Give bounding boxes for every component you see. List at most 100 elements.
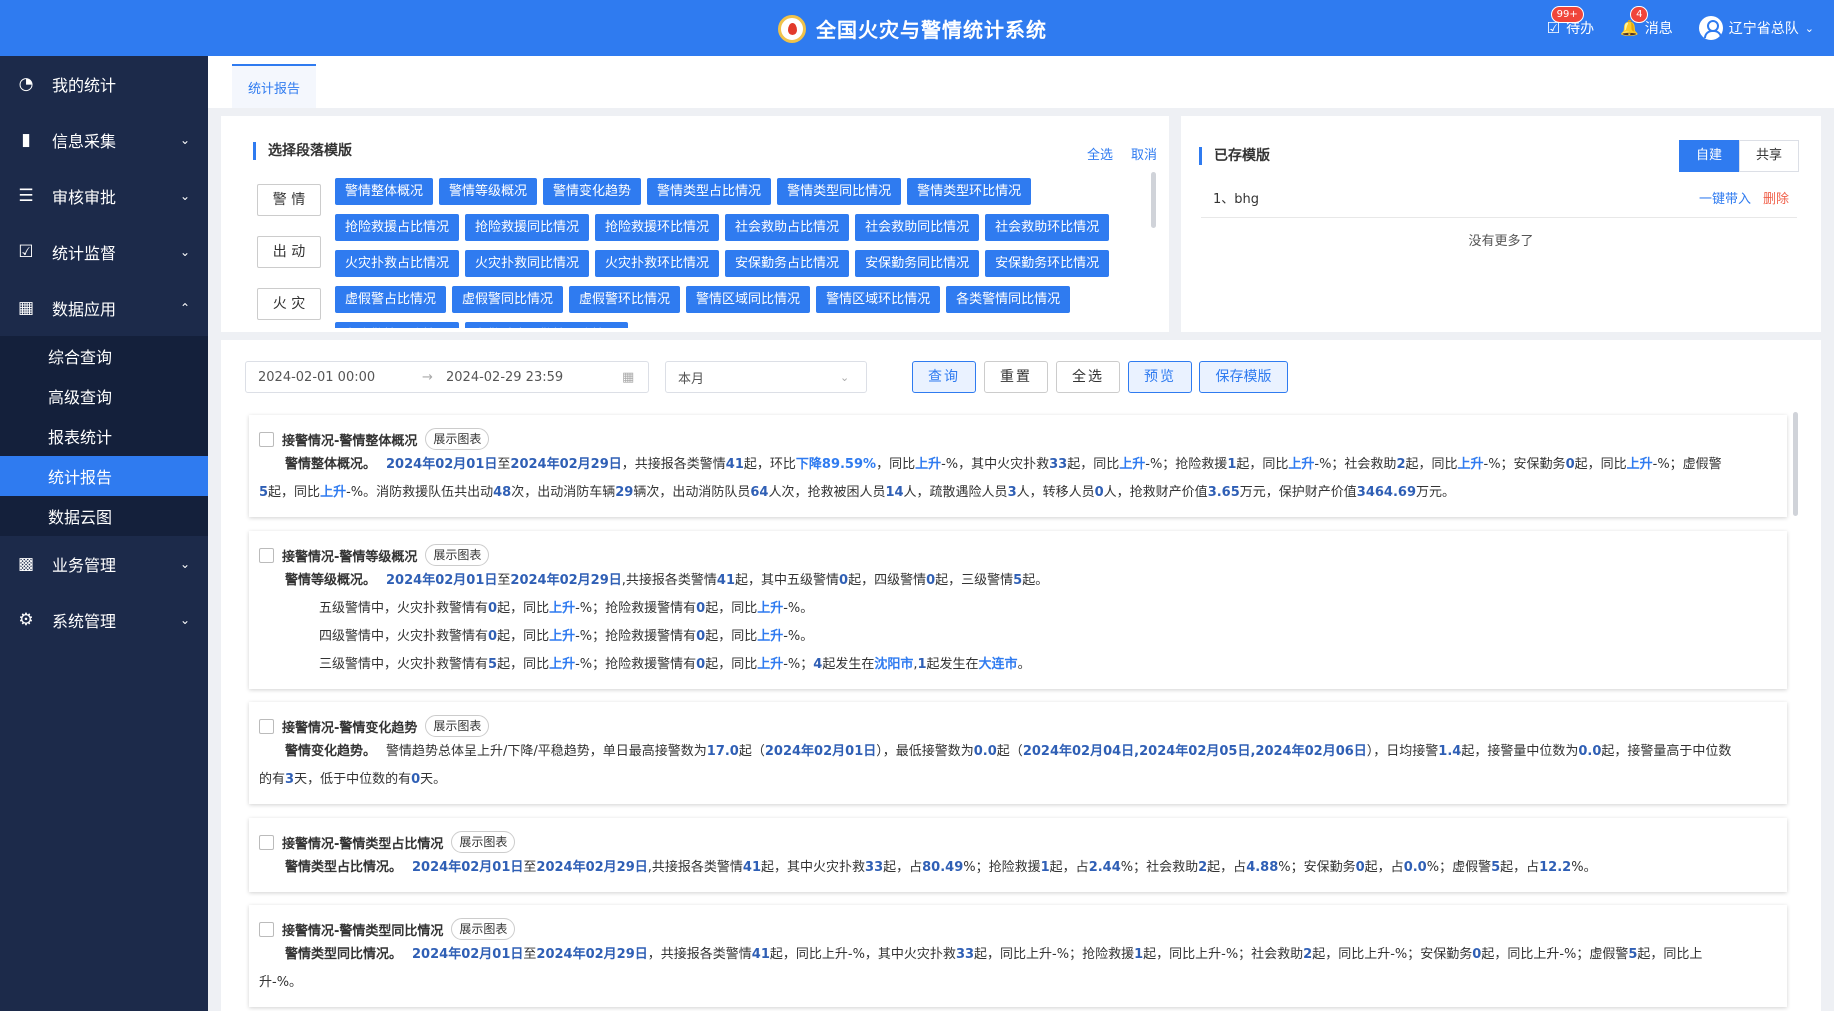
- text-segment: ，共接报各类警情: [621, 457, 726, 472]
- select-all-link[interactable]: 全选: [1087, 144, 1113, 163]
- delete-link[interactable]: 删除: [1763, 188, 1789, 207]
- cancel-link[interactable]: 取消: [1131, 144, 1157, 163]
- text-segment: %；虚假警: [1426, 860, 1492, 875]
- card-checkbox[interactable]: [259, 718, 274, 734]
- category-alarm[interactable]: 警 情: [257, 184, 321, 216]
- text-segment: ），日均接警: [1366, 744, 1439, 759]
- sidebar-sub-item[interactable]: 高级查询: [0, 376, 208, 416]
- template-tag[interactable]: 各类警情环比情况: [335, 322, 460, 328]
- template-tag[interactable]: 警情变化趋势: [543, 178, 642, 205]
- seg-shared[interactable]: 共享: [1739, 140, 1799, 172]
- card-text-line: 警情整体概况。 2024年02月01日至2024年02月29日，共接报各类警情41…: [259, 451, 1722, 479]
- text-segment: -%。消防救援队伍共出动: [346, 485, 494, 500]
- import-link[interactable]: 一键带入: [1699, 188, 1751, 207]
- chevron-down-icon: ⌄: [179, 245, 190, 259]
- template-item-name: 1、bhg: [1213, 192, 1260, 207]
- sidebar-sub-item[interactable]: 综合查询: [0, 336, 208, 376]
- sidebar-item-business[interactable]: ▩ 业务管理 ⌄: [0, 536, 208, 592]
- text-segment: 起，其中火灾扑救: [761, 860, 866, 875]
- card-text-line: 三级警情中，火灾扑救警情有5起，同比上升-%；抢险救援警情有0起，同比上升-%；…: [319, 651, 1031, 679]
- date-range-picker[interactable]: 2024-02-01 00:00 → 2024-02-29 23:59 ▦: [245, 361, 649, 393]
- query-button[interactable]: 查询: [912, 361, 976, 393]
- sidebar-sub-item[interactable]: 报表统计: [0, 416, 208, 456]
- template-tag[interactable]: 安保勤务同比情况: [855, 250, 980, 277]
- template-tag[interactable]: 警情类型同比情况: [777, 178, 902, 205]
- user-menu[interactable]: 辽宁省总队 ⌄: [1698, 16, 1814, 40]
- period-select[interactable]: 本月 ⌄: [665, 361, 867, 393]
- tab-bar: 统计报告: [208, 56, 1834, 108]
- sidebar-sub-item-active[interactable]: 统计报告: [0, 456, 208, 496]
- template-tag[interactable]: 警情整体概况: [335, 178, 434, 205]
- sidebar-item-info-collect[interactable]: ▮ 信息采集 ⌄: [0, 112, 208, 168]
- template-tag[interactable]: 社会救助占比情况: [725, 214, 850, 241]
- reset-button[interactable]: 重置: [984, 361, 1048, 393]
- card-checkbox[interactable]: [259, 921, 274, 937]
- template-tag[interactable]: 社会救助环比情况: [985, 214, 1110, 241]
- template-tag[interactable]: 各警种出动警情同比情况: [465, 322, 629, 328]
- text-segment: 3.65: [1207, 485, 1240, 500]
- sidebar-item-system[interactable]: ⚙ 系统管理 ⌄: [0, 592, 208, 648]
- template-tag[interactable]: 警情类型占比情况: [647, 178, 772, 205]
- template-tag[interactable]: 抢险救援环比情况: [595, 214, 720, 241]
- sidebar-item-data-app[interactable]: ▦ 数据应用 ⌃: [0, 280, 208, 336]
- card-checkbox[interactable]: [259, 547, 274, 563]
- template-tag[interactable]: 抢险救援同比情况: [465, 214, 590, 241]
- card-checkbox[interactable]: [259, 431, 274, 447]
- save-template-button[interactable]: 保存模版: [1199, 361, 1288, 393]
- category-dispatch[interactable]: 出 动: [257, 236, 321, 268]
- text-segment: 0.0: [1403, 860, 1427, 875]
- template-tag[interactable]: 虚假警占比情况: [335, 286, 447, 313]
- text-segment: 人，疏散遇险人员: [903, 485, 1008, 500]
- seg-self-built[interactable]: 自建: [1679, 140, 1739, 172]
- sidebar-sub-item[interactable]: 数据云图: [0, 496, 208, 536]
- text-segment: 至: [523, 860, 537, 875]
- text-segment: 大连市: [978, 657, 1018, 672]
- text-segment: 天。: [420, 772, 447, 787]
- text-segment: 起，同比上升-%，其中火灾扑救: [769, 947, 956, 962]
- template-tag[interactable]: 警情区域环比情况: [816, 286, 941, 313]
- text-segment: -%；抢险救援警情有: [575, 657, 697, 672]
- show-chart-button[interactable]: 展示图表: [425, 544, 490, 566]
- text-segment: 3: [285, 772, 295, 787]
- template-tag[interactable]: 警情区域同比情况: [686, 286, 811, 313]
- sidebar-item-my-stats[interactable]: ◔ 我的统计: [0, 56, 208, 112]
- template-tag[interactable]: 虚假警同比情况: [452, 286, 564, 313]
- show-chart-button[interactable]: 展示图表: [451, 831, 516, 853]
- template-tag[interactable]: 安保勤务环比情况: [985, 250, 1110, 277]
- message-button[interactable]: 🔔 4 消息: [1620, 6, 1673, 38]
- text-segment: 2024年02月01日: [764, 744, 877, 759]
- todo-button[interactable]: ☑ 99+ 待办: [1547, 6, 1594, 38]
- template-tag[interactable]: 虚假警环比情况: [569, 286, 681, 313]
- template-tag[interactable]: 火灾扑救环比情况: [595, 250, 720, 277]
- text-segment: 起（: [996, 744, 1023, 759]
- show-chart-button[interactable]: 展示图表: [425, 428, 490, 450]
- sidebar-item-supervision[interactable]: ☑ 统计监督 ⌄: [0, 224, 208, 280]
- template-tag[interactable]: 警情类型环比情况: [907, 178, 1032, 205]
- template-tag[interactable]: 火灾扑救占比情况: [335, 250, 460, 277]
- text-segment: %；社会救助: [1120, 860, 1199, 875]
- sidebar-item-review[interactable]: ☰ 审核审批 ⌄: [0, 168, 208, 224]
- panel-scrollbar[interactable]: [1151, 172, 1156, 228]
- template-tag[interactable]: 抢险救援占比情况: [335, 214, 460, 241]
- text-segment: 人次，抢救被困人员: [768, 485, 886, 500]
- show-chart-button[interactable]: 展示图表: [451, 918, 516, 940]
- text-segment: -%；抢险救援警情有: [575, 629, 697, 644]
- preview-button[interactable]: 预览: [1128, 361, 1192, 393]
- template-tag[interactable]: 警情等级概况: [439, 178, 538, 205]
- text-segment: %。: [1571, 860, 1597, 875]
- text-segment: 48: [493, 485, 512, 500]
- list-icon: ☰: [18, 186, 34, 206]
- select-all-button[interactable]: 全选: [1056, 361, 1120, 393]
- text-segment: 0: [1355, 860, 1365, 875]
- show-chart-button[interactable]: 展示图表: [425, 715, 490, 737]
- category-fire[interactable]: 火 灾: [257, 288, 321, 320]
- template-tag[interactable]: 火灾扑救同比情况: [465, 250, 590, 277]
- text-segment: 1: [1134, 947, 1144, 962]
- text-segment: 起，占: [1207, 860, 1247, 875]
- template-tag[interactable]: 各类警情同比情况: [946, 286, 1071, 313]
- template-tag[interactable]: 安保勤务占比情况: [725, 250, 850, 277]
- card-checkbox[interactable]: [259, 834, 274, 850]
- template-tag[interactable]: 社会救助同比情况: [855, 214, 980, 241]
- tab-stat-report[interactable]: 统计报告: [232, 64, 317, 108]
- report-scrollbar[interactable]: [1793, 412, 1798, 516]
